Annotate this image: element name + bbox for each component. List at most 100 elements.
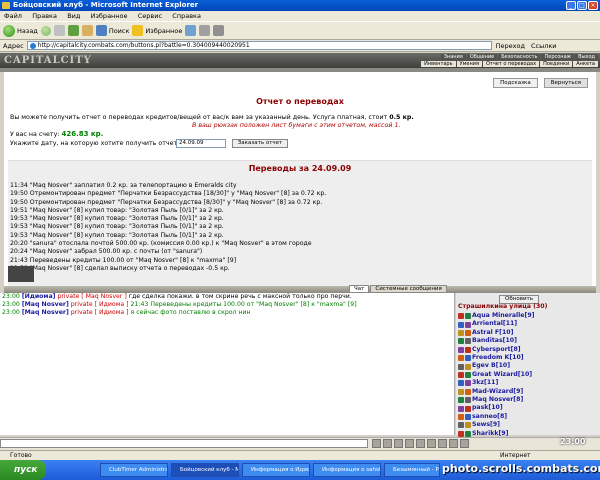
forward-arrow-icon[interactable]	[40, 25, 51, 36]
translit-icon[interactable]	[460, 439, 469, 448]
chat-input[interactable]	[0, 439, 368, 448]
private-message-icon[interactable]	[458, 372, 464, 379]
task-paint[interactable]: Безымянный - Paint	[384, 463, 440, 477]
chat-recipient[interactable]: [ Идиома ]	[95, 301, 129, 308]
return-button[interactable]: Вернуться	[543, 78, 588, 88]
minimize-button[interactable]: _	[566, 1, 576, 10]
user-list-item[interactable]: sanneo[8]	[458, 413, 598, 421]
private-icon[interactable]	[438, 439, 447, 448]
private-message-icon[interactable]	[458, 388, 464, 395]
send-icon[interactable]	[372, 439, 381, 448]
user-list-item[interactable]: Cybersport[8]	[458, 346, 598, 354]
nav-knowledge[interactable]: Знания	[440, 54, 466, 60]
task-combats[interactable]: Бойцовский клуб - M...	[171, 463, 239, 477]
user-name[interactable]: Great Wizard[10]	[472, 371, 532, 379]
menu-edit[interactable]: Правка	[32, 12, 57, 20]
user-list-item[interactable]: Maq Nosver[8]	[458, 396, 598, 404]
maximize-button[interactable]: □	[577, 1, 587, 10]
user-list-item[interactable]: Banditas[10]	[458, 337, 598, 345]
chat-recipient[interactable]: [ Maq Nosver ]	[81, 293, 126, 300]
user-list-item[interactable]: 3kz[11]	[458, 379, 598, 387]
user-name[interactable]: Arriental[11]	[472, 320, 517, 328]
home-icon[interactable]	[81, 25, 93, 36]
chat-divider[interactable]	[4, 286, 596, 293]
private-message-icon[interactable]	[458, 321, 464, 328]
history-icon[interactable]	[185, 25, 197, 36]
chat-sender[interactable]: [Maq Nosver]	[22, 301, 69, 308]
hint-button[interactable]: Подсказка	[493, 78, 538, 88]
user-name[interactable]: sanneo[8]	[472, 413, 507, 421]
chat-sender[interactable]: [Идиома]	[22, 293, 56, 300]
private-message-icon[interactable]	[458, 313, 464, 320]
menu-file[interactable]: Файл	[4, 12, 22, 20]
private-message-icon[interactable]	[458, 346, 464, 353]
user-name[interactable]: Cybersport[8]	[472, 346, 521, 354]
user-name[interactable]: Banditas[10]	[472, 337, 517, 345]
chat-recipient[interactable]: [ Идиома ]	[95, 309, 129, 316]
scroll-icon[interactable]	[427, 439, 436, 448]
stop-icon[interactable]	[53, 25, 65, 36]
user-name[interactable]: Egev B[10]	[472, 362, 510, 370]
date-input[interactable]: 24.09.09	[176, 139, 226, 148]
user-list-item[interactable]: pask[10]	[458, 404, 598, 412]
mail-icon[interactable]	[199, 25, 211, 36]
back-button[interactable]: Назад	[3, 24, 38, 37]
search-button[interactable]: Поиск	[95, 25, 129, 36]
user-list-item[interactable]: Arriental[11]	[458, 320, 598, 328]
private-message-icon[interactable]	[458, 430, 464, 437]
settings-icon[interactable]	[449, 439, 458, 448]
filter-icon[interactable]	[405, 439, 414, 448]
user-list-item[interactable]: Mad-Wizard[9]	[458, 388, 598, 396]
private-message-icon[interactable]	[458, 363, 464, 370]
private-message-icon[interactable]	[458, 405, 464, 412]
go-button[interactable]: Переход	[496, 42, 525, 50]
user-list-item[interactable]: Egev B[10]	[458, 362, 598, 370]
menu-tools[interactable]: Сервис	[138, 12, 162, 20]
sound-icon[interactable]	[416, 439, 425, 448]
user-name[interactable]: Freedom K[10]	[472, 354, 524, 362]
task-info-idioma[interactable]: Информация о Идио...	[242, 463, 310, 477]
nav-inventory[interactable]: Инвентарь	[421, 61, 456, 67]
user-name[interactable]: pask[10]	[472, 404, 503, 412]
favorites-button[interactable]: Избранное	[132, 25, 182, 36]
tab-system-messages[interactable]: Системные сообщения	[370, 285, 447, 293]
user-name[interactable]: Mad-Wizard[9]	[472, 388, 523, 396]
task-clubtimer[interactable]: ClubTimer Administrat...	[100, 463, 168, 477]
nav-skills[interactable]: Умения	[456, 61, 482, 67]
refresh-icon[interactable]	[67, 25, 79, 36]
clear-icon[interactable]	[394, 439, 403, 448]
start-button[interactable]: пуск	[0, 460, 46, 480]
nav-transfer-report[interactable]: Отчет о переводах	[482, 61, 540, 67]
menu-favorites[interactable]: Избранное	[91, 12, 128, 20]
nav-character[interactable]: Персонаж	[541, 54, 575, 60]
smile-icon[interactable]	[383, 439, 392, 448]
private-message-icon[interactable]	[458, 414, 464, 421]
private-message-icon[interactable]	[458, 338, 464, 345]
private-message-icon[interactable]	[458, 330, 464, 337]
user-list-item[interactable]: Sews[9]	[458, 421, 598, 429]
nav-exit[interactable]: Выход	[575, 54, 598, 60]
user-name[interactable]: Aqua Mineralle[9]	[472, 312, 534, 320]
close-button[interactable]: ×	[588, 1, 598, 10]
nav-profile[interactable]: Анкета	[573, 61, 598, 67]
private-message-icon[interactable]	[458, 397, 464, 404]
order-report-button[interactable]: Заказать отчет	[232, 139, 288, 148]
task-info-sahsk[interactable]: Информация о sahsk...	[313, 463, 381, 477]
user-list-item[interactable]: Astral F[10]	[458, 329, 598, 337]
private-message-icon[interactable]	[458, 380, 464, 387]
private-message-icon[interactable]	[458, 355, 464, 362]
links-label[interactable]: Ссылки	[531, 42, 557, 50]
user-list-item[interactable]: Great Wizard[10]	[458, 371, 598, 379]
address-input[interactable]: http://capitalcity.combats.com/buttons.p…	[26, 41, 492, 50]
user-list-item[interactable]: Freedom K[10]	[458, 354, 598, 362]
user-name[interactable]: Sews[9]	[472, 421, 500, 429]
chat-sender[interactable]: [Maq Nosver]	[22, 309, 69, 316]
private-message-icon[interactable]	[458, 422, 464, 429]
user-name[interactable]: Maq Nosver[8]	[472, 396, 523, 404]
nav-security[interactable]: Безопасность	[498, 54, 541, 60]
user-list-item[interactable]: Aqua Mineralle[9]	[458, 312, 598, 320]
nav-fights[interactable]: Поединки	[540, 61, 573, 67]
print-icon[interactable]	[213, 25, 225, 36]
user-name[interactable]: 3kz[11]	[472, 379, 498, 387]
nav-communication[interactable]: Общение	[466, 54, 498, 60]
